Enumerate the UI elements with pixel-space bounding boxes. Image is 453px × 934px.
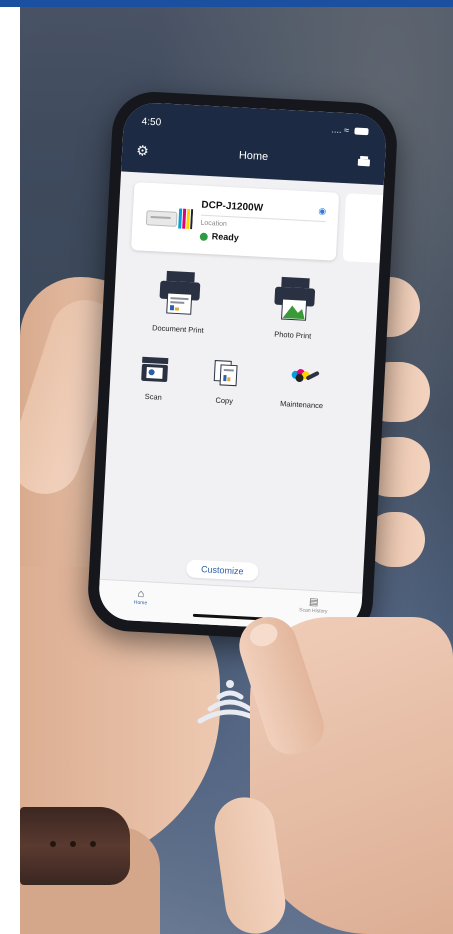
next-printer-card[interactable] [342, 193, 384, 264]
document-print-button[interactable]: Document Print [143, 268, 216, 336]
maintenance-icon [291, 369, 319, 382]
customize-button[interactable]: Customize [185, 559, 259, 582]
strap-hole [90, 841, 96, 847]
printer-thumbnail [145, 208, 194, 230]
printer-model: DCP-J1200W [201, 199, 264, 214]
signal-icon: .... [331, 124, 342, 135]
tab-scan-history[interactable]: ▤ Scan History [278, 595, 349, 616]
tab-home[interactable]: ⌂ Home [120, 587, 161, 607]
tab-home-label: Home [133, 599, 148, 607]
scan-icon [141, 356, 169, 382]
copy-label: Copy [215, 395, 234, 406]
status-icons: .... ≈ [331, 124, 369, 136]
document-print-label: Document Print [151, 323, 204, 335]
copy-icon [213, 360, 238, 387]
location-label: Location [200, 219, 228, 228]
strap-hole [70, 841, 76, 847]
fingernail [246, 620, 281, 650]
scan-button[interactable]: Scan [123, 354, 185, 403]
wifi-status-icon: ≈ [343, 124, 350, 136]
copy-button[interactable]: Copy [199, 358, 251, 407]
page-title: Home [238, 149, 269, 164]
watch-strap [20, 807, 130, 885]
battery-icon [354, 127, 369, 136]
brand-top-bar [0, 0, 453, 7]
photo-print-icon [274, 276, 316, 321]
wifi-icon: ◉ [318, 205, 327, 217]
app-header: 4:50 .... ≈ ⚙ Home [121, 101, 388, 186]
printer-card[interactable]: DCP-J1200W ◉ Location Ready [130, 182, 340, 261]
smartphone: 4:50 .... ≈ ⚙ Home DCP-J1200W ◉ Location… [86, 89, 399, 645]
app-screen: 4:50 .... ≈ ⚙ Home DCP-J1200W ◉ Location… [97, 101, 388, 633]
scan-label: Scan [144, 391, 163, 402]
document-print-icon [159, 270, 201, 315]
status-text: Ready [211, 231, 240, 243]
printer-status: Ready [199, 231, 240, 243]
maintenance-button[interactable]: Maintenance [269, 362, 336, 411]
status-time: 4:50 [141, 116, 162, 129]
maintenance-label: Maintenance [279, 399, 324, 411]
status-ready-icon [199, 232, 208, 241]
photo-print-label: Photo Print [273, 329, 312, 341]
photo-background: 4:50 .... ≈ ⚙ Home DCP-J1200W ◉ Location… [20, 7, 453, 934]
printer-icon[interactable] [357, 155, 372, 168]
strap-hole [50, 841, 56, 847]
photo-print-button[interactable]: Photo Print [258, 274, 331, 342]
